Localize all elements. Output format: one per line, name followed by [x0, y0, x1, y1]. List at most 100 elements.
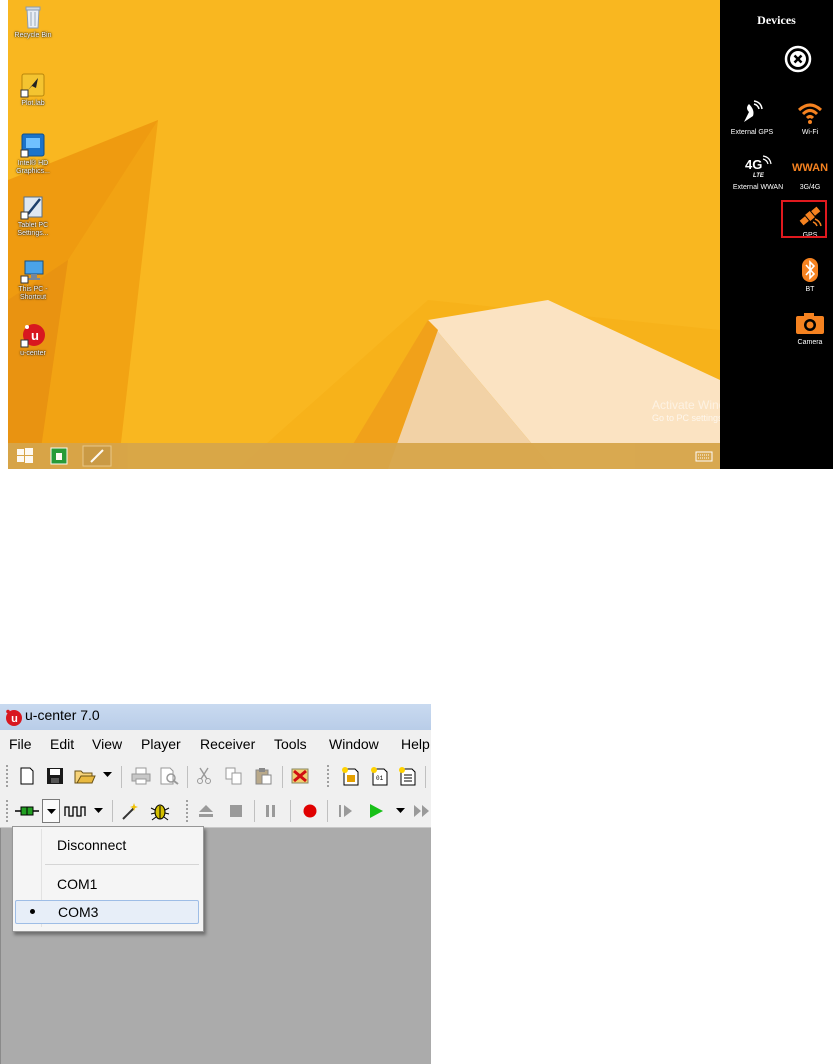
clear-icon[interactable]	[290, 766, 310, 786]
toolbar-grip[interactable]	[6, 800, 10, 822]
menu-bar: File Edit View Player Receiver Tools Win…	[0, 730, 431, 757]
menu-player[interactable]: Player	[141, 736, 181, 752]
chevron-down-icon[interactable]	[103, 772, 112, 778]
menu-item-com1[interactable]: COM1	[15, 872, 199, 896]
bluetooth-icon	[802, 258, 818, 282]
svg-text:4G: 4G	[745, 157, 762, 172]
svg-text:u: u	[11, 713, 18, 725]
close-icon[interactable]	[784, 45, 812, 73]
u-center-icon: u	[20, 324, 45, 348]
desktop-icon-tablet-pc-settings[interactable]: Tablet PC Settings...	[8, 194, 58, 238]
main-toolbar: 01	[0, 757, 431, 795]
menu-edit[interactable]: Edit	[50, 736, 74, 752]
autobauding-wand-icon[interactable]	[120, 801, 140, 821]
devices-panel-title: Devices	[757, 13, 796, 27]
debug-bug-icon[interactable]	[149, 800, 171, 822]
pause-icon[interactable]	[265, 804, 277, 818]
device-label: External GPS	[730, 129, 774, 136]
device-label: 3G/4G	[799, 184, 821, 191]
new-text-view-icon[interactable]	[397, 766, 419, 786]
desktop-wallpaper	[8, 0, 720, 469]
device-bluetooth[interactable]: BT	[787, 257, 833, 293]
tablet-input-icon[interactable]	[82, 445, 112, 467]
gps-highlight-box	[781, 200, 827, 238]
store-icon[interactable]	[46, 445, 72, 467]
device-external-wwan[interactable]: 4G LTE External WWAN	[730, 155, 786, 191]
menu-separator	[45, 864, 199, 865]
save-icon[interactable]	[46, 767, 64, 785]
selected-bullet-icon	[30, 909, 35, 914]
desktop-icon-u-center[interactable]: u u-center	[8, 322, 58, 358]
device-camera[interactable]: Camera	[787, 310, 833, 346]
chevron-down-icon	[47, 809, 56, 814]
cut-icon[interactable]	[196, 767, 212, 785]
step-forward-icon[interactable]	[338, 804, 354, 818]
wifi-icon	[797, 103, 823, 124]
connection-dropdown-menu: Disconnect COM1 COM3	[12, 826, 204, 932]
device-wifi[interactable]: Wi-Fi	[787, 100, 833, 136]
new-file-icon[interactable]	[18, 767, 36, 785]
menu-window[interactable]: Window	[329, 736, 379, 752]
keyboard-icon[interactable]	[694, 445, 714, 467]
desktop-icon-recycle-bin[interactable]: Recycle Bin	[8, 4, 58, 40]
stop-icon[interactable]	[229, 804, 243, 818]
toolbar-separator	[282, 766, 283, 788]
menu-help[interactable]: Help	[401, 736, 430, 752]
print-icon[interactable]	[131, 767, 151, 785]
device-label: External WWAN	[732, 184, 784, 191]
windows-desktop: Recycle Bin Plot.lab Intel® HD Graphics.…	[8, 0, 833, 469]
desktop-icon-label: This PC - Shortcut	[18, 286, 48, 301]
desktop-icon-intel-graphics[interactable]: Intel® HD Graphics...	[8, 132, 58, 176]
device-3g4g[interactable]: WWAN 3G/4G	[787, 155, 833, 191]
menu-item-disconnect[interactable]: Disconnect	[15, 833, 199, 857]
fast-forward-icon[interactable]	[413, 804, 431, 818]
play-icon[interactable]	[368, 803, 384, 819]
camera-icon	[796, 313, 824, 334]
taskbar	[8, 443, 720, 469]
record-icon[interactable]	[302, 803, 318, 819]
eject-icon[interactable]	[198, 804, 214, 818]
toolbar-grip[interactable]	[186, 800, 190, 822]
toolbar-separator	[327, 800, 328, 822]
external-gps-icon	[744, 100, 763, 122]
start-button[interactable]	[12, 445, 38, 467]
paste-icon[interactable]	[254, 767, 274, 785]
desktop-icon-label: Intel® HD Graphics...	[16, 160, 50, 175]
desktop-icon-this-pc[interactable]: This PC - Shortcut	[8, 258, 58, 302]
desktop-icon-label: Plot.lab	[21, 100, 45, 107]
title-bar[interactable]: u u-center 7.0	[0, 704, 431, 730]
4g-lte-icon: 4G LTE	[745, 155, 772, 179]
devices-panel: Devices External GPS Wi-Fi 4G LTE Extern…	[720, 0, 833, 469]
menu-tools[interactable]: Tools	[274, 736, 307, 752]
toolbar-separator	[254, 800, 255, 822]
connection-icon[interactable]	[15, 805, 39, 817]
device-external-gps[interactable]: External GPS	[724, 100, 780, 136]
open-folder-icon[interactable]	[74, 767, 96, 785]
menu-view[interactable]: View	[92, 736, 122, 752]
device-label: BT	[805, 286, 815, 293]
copy-icon[interactable]	[224, 767, 244, 785]
recycle-bin-icon	[25, 6, 41, 29]
toolbar-separator	[112, 800, 113, 822]
print-preview-icon[interactable]	[159, 767, 179, 785]
connection-dropdown-button[interactable]	[42, 799, 60, 823]
baudrate-icon[interactable]	[64, 804, 88, 818]
intel-graphics-icon	[20, 133, 45, 158]
toolbar-grip[interactable]	[6, 765, 10, 787]
new-view-icon[interactable]	[340, 766, 362, 786]
chevron-down-icon[interactable]	[94, 808, 103, 814]
toolbar-grip[interactable]	[327, 765, 331, 787]
desktop-icon-plotlab[interactable]: Plot.lab	[8, 72, 58, 108]
menu-item-label: Disconnect	[57, 837, 127, 853]
chevron-down-icon[interactable]	[396, 808, 405, 814]
this-pc-icon	[20, 260, 44, 284]
u-center-logo-icon: u	[6, 709, 22, 726]
menu-item-com3[interactable]: COM3	[15, 900, 199, 924]
new-binary-view-icon[interactable]: 01	[369, 766, 391, 786]
device-label: Wi-Fi	[801, 129, 819, 136]
toolbar-separator	[187, 766, 188, 788]
menu-file[interactable]: File	[9, 736, 32, 752]
menu-receiver[interactable]: Receiver	[200, 736, 255, 752]
connection-toolbar	[0, 795, 431, 828]
desktop-icon-label: Recycle Bin	[14, 32, 52, 39]
